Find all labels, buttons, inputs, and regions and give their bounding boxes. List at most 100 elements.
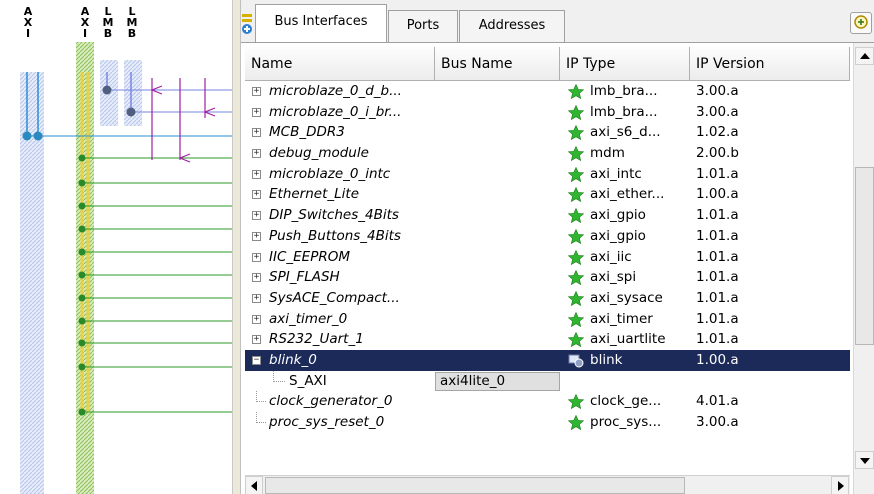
cell-ip-version: 1.01.a (696, 331, 739, 348)
expand-icon[interactable]: + (252, 314, 261, 324)
star-icon (567, 187, 585, 203)
arrow-right-icon (838, 481, 844, 491)
expand-icon[interactable]: + (252, 149, 261, 159)
expand-icon[interactable]: + (252, 211, 261, 221)
star-icon (567, 249, 585, 265)
ip-type-label: proc_sys... (590, 414, 662, 430)
scroll-left-button[interactable] (245, 476, 263, 494)
cell-ip-version: 1.01.a (696, 289, 739, 306)
expand-icon[interactable]: + (252, 273, 261, 283)
table-row[interactable]: proc_sys_reset_0 proc_sys... 3.00.a (245, 412, 850, 433)
cell-ip-version: 1.01.a (696, 248, 739, 265)
cell-bus-name (435, 164, 560, 185)
table-row[interactable]: + microblaze_0_d_b... lmb_bra... 3.00.a (245, 81, 850, 102)
instance-name: debug_module (269, 145, 369, 162)
horizontal-scrollbar[interactable] (245, 475, 850, 494)
scroll-right-button[interactable] (831, 476, 849, 494)
instance-name: microblaze_0_intc (269, 165, 391, 182)
cell-ip-type: axi_sysace (560, 288, 690, 309)
tab-bus-interfaces[interactable]: Bus Interfaces (255, 4, 387, 42)
expand-icon[interactable]: + (252, 128, 261, 138)
lmb-bus-column (124, 60, 142, 126)
add-bus-icon[interactable] (241, 14, 253, 36)
instance-name: axi_timer_0 (269, 310, 348, 327)
bus-connection-dot (78, 248, 86, 256)
zoom-in-button[interactable] (850, 12, 872, 34)
horizontal-scroll-thumb[interactable] (265, 477, 685, 494)
bus-connectivity-panel[interactable]: AXI AXI LMB LMB (0, 0, 233, 494)
collapse-icon[interactable]: − (252, 355, 261, 365)
table-row[interactable]: + microblaze_0_i_br... lmb_bra... 3.00.a (245, 102, 850, 123)
vertical-scroll-thumb[interactable] (855, 167, 874, 345)
instance-name: blink_0 (269, 351, 317, 368)
cell-bus-name (435, 309, 560, 330)
cell-ip-type: axi_spi (560, 267, 690, 288)
expand-icon[interactable]: + (252, 252, 261, 262)
expand-icon[interactable]: + (252, 293, 261, 303)
tab-addresses[interactable]: Addresses (459, 10, 565, 42)
table-row[interactable]: + microblaze_0_intc axi_intc 1.01.a (245, 164, 850, 185)
instance-name: microblaze_0_i_br... (269, 103, 402, 120)
cell-ip-type: clock_ge... (560, 391, 690, 412)
cell-name: + MCB_DDR3 (245, 122, 435, 143)
table-row[interactable]: + SysACE_Compact... axi_sysace 1.01.a (245, 288, 850, 309)
column-header-ip-type[interactable]: IP Type (560, 47, 690, 81)
axi-bus-column (76, 42, 94, 494)
bus-connection-dot (126, 107, 136, 117)
cell-ip-version: 1.01.a (696, 310, 739, 327)
expand-icon[interactable]: + (252, 231, 261, 241)
instance-name: Ethernet_Lite (269, 186, 360, 203)
tab-ports[interactable]: Ports (388, 10, 458, 42)
cell-name: + debug_module (245, 143, 435, 164)
table-row[interactable]: + axi_timer_0 axi_timer 1.01.a (245, 309, 850, 330)
bus-wiring-diagram (20, 42, 232, 494)
expand-icon[interactable]: + (252, 87, 261, 96)
star-icon (567, 228, 585, 244)
star-icon (567, 394, 585, 410)
bus-name-dropdown[interactable]: axi4lite_0 (435, 371, 560, 391)
table-row[interactable]: S_AXI axi4lite_0 (245, 370, 850, 392)
cell-ip-type: lmb_bra... (560, 102, 690, 123)
cell-ip-version: 1.01.a (696, 165, 739, 182)
expand-icon[interactable]: + (252, 107, 261, 117)
bus-connection-dot (78, 339, 86, 347)
scroll-up-button[interactable] (855, 47, 874, 65)
expand-icon[interactable]: + (252, 190, 261, 200)
ip-type-label: blink (590, 351, 623, 368)
table-row[interactable]: + Push_Buttons_4Bits axi_gpio 1.01.a (245, 226, 850, 247)
cell-bus-name (435, 391, 560, 412)
table-row[interactable]: + IIC_EEPROM axi_iic 1.01.a (245, 247, 850, 268)
table-row[interactable]: − blink_0 blink 1.00.a (245, 349, 850, 371)
column-header-name[interactable]: Name (245, 47, 435, 81)
star-icon (567, 83, 585, 100)
table-row[interactable]: + Ethernet_Lite axi_ether... 1.00.a (245, 184, 850, 205)
star-icon (567, 269, 585, 286)
tree-connector (273, 370, 285, 382)
cell-ip-version (690, 371, 770, 392)
table-row[interactable]: + debug_module mdm 2.00.b (245, 143, 850, 164)
column-header-bus-name[interactable]: Bus Name (435, 47, 560, 81)
ip-type-label: axi_ether... (590, 186, 665, 203)
cell-ip-version: 3.00.a (696, 103, 739, 120)
expand-icon[interactable]: + (252, 335, 261, 345)
table-header: Name Bus Name IP Type IP Version (245, 47, 850, 81)
table-row[interactable]: + RS232_Uart_1 axi_uartlite 1.01.a (245, 329, 850, 350)
star-icon (567, 290, 585, 307)
scroll-down-button[interactable] (855, 451, 874, 469)
column-header-ip-version[interactable]: IP Version (690, 47, 850, 81)
instance-name: SysACE_Compact... (269, 289, 400, 306)
cell-ip-type: axi_ether... (560, 184, 690, 205)
expand-icon[interactable]: + (252, 169, 261, 179)
ip-type-label: axi_s6_d... (590, 124, 661, 141)
cell-bus-name (435, 350, 560, 371)
table-row[interactable]: clock_generator_0 clock_ge... 4.01.a (245, 391, 850, 412)
cell-bus-name (435, 288, 560, 309)
cell-bus-name (435, 122, 560, 143)
table-row[interactable]: + DIP_Switches_4Bits axi_gpio 1.01.a (245, 205, 850, 226)
panel-splitter[interactable] (233, 0, 241, 494)
cell-ip-version: 1.01.a (696, 207, 739, 224)
vertical-scrollbar[interactable] (853, 43, 874, 494)
table-row[interactable]: + SPI_FLASH axi_spi 1.01.a (245, 267, 850, 288)
cell-bus-name (435, 81, 560, 102)
table-row[interactable]: + MCB_DDR3 axi_s6_d... 1.02.a (245, 122, 850, 143)
